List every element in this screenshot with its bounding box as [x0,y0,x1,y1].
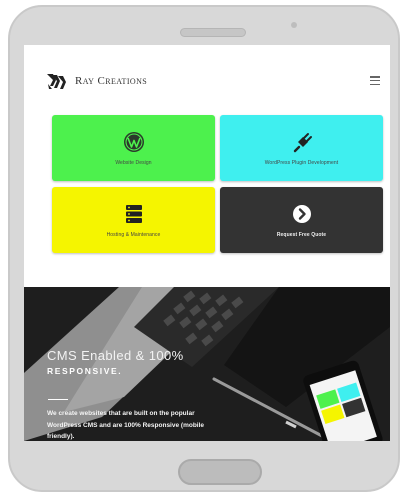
arrow-circle-icon [292,204,311,223]
wordpress-icon [123,131,144,152]
plug-icon [293,132,312,152]
menu-line-icon [370,83,380,85]
request-quote-button[interactable]: Request Free Quote [220,187,383,253]
phone-home-button[interactable] [178,459,262,485]
service-tile-website-design[interactable]: Website Design [52,115,215,181]
phone-screen: Ray Creations Website Design WordPress P… [24,45,390,441]
ray-creations-logo-icon [47,74,66,89]
hero-subtitle: RESPONSIVE. [47,366,123,376]
site-header: Ray Creations [24,45,390,115]
hero-title: CMS Enabled & 100% [47,348,184,363]
phone-speaker [180,28,246,37]
service-label: Hosting & Maintenance [106,231,161,238]
hamburger-menu-button[interactable] [370,76,380,85]
hero-banner: CMS Enabled & 100% RESPONSIVE. We create… [24,287,390,441]
site-logo[interactable]: Ray Creations [46,72,147,90]
server-icon [125,204,142,223]
service-label: Request Free Quote [276,231,327,238]
menu-line-icon [370,76,380,78]
logo-text: Ray Creations [75,75,148,87]
hero-divider [48,399,68,400]
hero-description: We create websites that are built on the… [47,410,205,440]
phone-camera [291,22,297,28]
service-label: WordPress Plugin Development [264,159,339,166]
menu-line-icon [370,79,380,82]
service-label: Website Design [115,159,152,166]
service-tile-plugin-development[interactable]: WordPress Plugin Development [220,115,383,181]
service-tile-hosting[interactable]: Hosting & Maintenance [52,187,215,253]
